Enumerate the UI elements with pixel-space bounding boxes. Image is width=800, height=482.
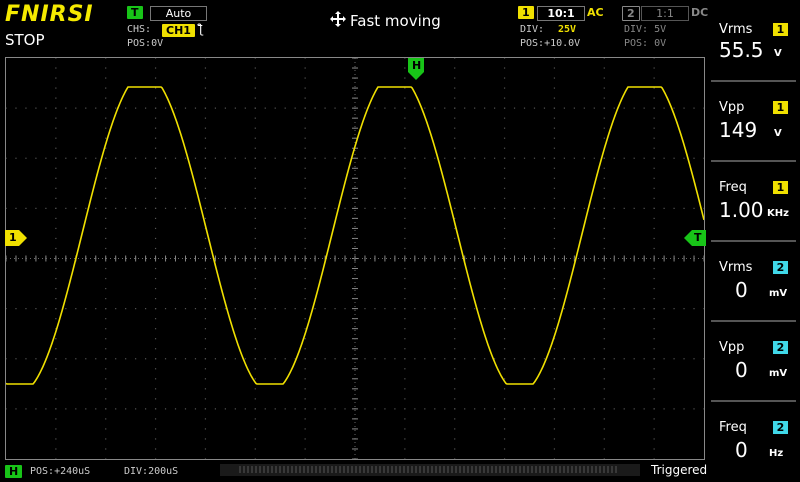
measurement-ch1-vrms[interactable]: Vrms 1 55.5 V [707, 0, 800, 80]
measurement-unit: KHz [767, 208, 789, 219]
measurement-ch2-vpp[interactable]: Vpp 2 0 mV [707, 320, 800, 400]
horizontal-position-marker[interactable]: H [408, 58, 424, 80]
ch1-coupling[interactable]: AC [587, 6, 604, 19]
measurement-unit: V [774, 48, 782, 59]
ch1-volts-per-div[interactable]: 25V [558, 24, 576, 35]
ch2-coupling[interactable]: DC [691, 6, 708, 19]
measurement-unit: V [774, 128, 782, 139]
measurement-value: 0 [735, 278, 748, 302]
trigger-mode[interactable]: Auto [150, 6, 207, 21]
measurement-unit: mV [769, 368, 788, 379]
waveform-display[interactable] [5, 57, 705, 460]
waveform-canvas [5, 57, 705, 460]
center-mode-label[interactable]: Fast moving [350, 12, 441, 30]
trigger-edge-icon[interactable]: ƪ [199, 22, 203, 36]
measurement-unit: mV [769, 288, 788, 299]
measurement-name: Freq [719, 180, 747, 195]
measurement-name: Vrms [719, 22, 753, 37]
timebase-scroll-indicator[interactable] [220, 462, 640, 478]
timebase-position[interactable]: POS:+240uS [30, 466, 90, 477]
trigger-level-marker[interactable]: T [684, 230, 706, 246]
trigger-level: POS:0V [127, 38, 164, 49]
measurement-name: Freq [719, 420, 747, 435]
ch1-badge[interactable]: 1 [518, 6, 534, 19]
measurement-value: 149 [719, 118, 758, 142]
measurement-channel-badge: 2 [773, 341, 788, 354]
measurement-channel-badge: 2 [773, 261, 788, 274]
ch1-probe-ratio[interactable]: 10:1 [537, 6, 585, 21]
measurement-name: Vrms [719, 260, 753, 275]
ch2-badge[interactable]: 2 [622, 6, 640, 21]
trigger-source-channel[interactable]: CH1 [162, 24, 195, 37]
measurement-name: Vpp [719, 100, 745, 115]
measurement-unit: Hz [769, 448, 784, 459]
timebase-badge: H [5, 465, 23, 478]
run-stop-status[interactable]: STOP [5, 31, 45, 49]
ch1-offset: POS:+10.0V [520, 38, 581, 49]
measurement-channel-badge: 1 [773, 23, 788, 36]
measurement-channel-badge: 2 [773, 421, 788, 434]
measurement-value: 55.5 [719, 38, 764, 62]
measurement-ch2-vrms[interactable]: Vrms 2 0 mV [707, 240, 800, 320]
timebase-per-div[interactable]: DIV:200uS [124, 466, 178, 477]
ch1-waveform-trace [5, 86, 705, 385]
brand-logo: FNIRSI [5, 2, 94, 27]
measurement-ch1-freq[interactable]: Freq 1 1.00 KHz [707, 160, 800, 240]
measurement-value: 1.00 [719, 198, 764, 222]
measurement-channel-badge: 1 [773, 101, 788, 114]
measurement-name: Vpp [719, 340, 745, 355]
ch1-level-marker[interactable]: 1 [5, 230, 27, 246]
measurement-panel: Vrms 1 55.5 V Vpp 1 149 V Freq 1 1.00 KH… [707, 0, 800, 480]
ch2-volts-per-div[interactable]: DIV: 5V [624, 24, 666, 35]
measurement-value: 0 [735, 358, 748, 382]
measurement-value: 0 [735, 438, 748, 462]
measurement-channel-badge: 1 [773, 181, 788, 194]
trigger-badge: T [127, 6, 143, 19]
ch2-offset: POS: 0V [624, 38, 667, 49]
trigger-source-label: CHS: [127, 24, 152, 35]
trigger-status: Triggered [651, 463, 708, 477]
ch2-probe-ratio[interactable]: 1:1 [641, 6, 689, 21]
measurement-ch1-vpp[interactable]: Vpp 1 149 V [707, 80, 800, 160]
measurement-ch2-freq[interactable]: Freq 2 0 Hz [707, 400, 800, 480]
ch1-div-label: DIV: [520, 24, 545, 35]
move-arrows-icon [330, 11, 346, 31]
